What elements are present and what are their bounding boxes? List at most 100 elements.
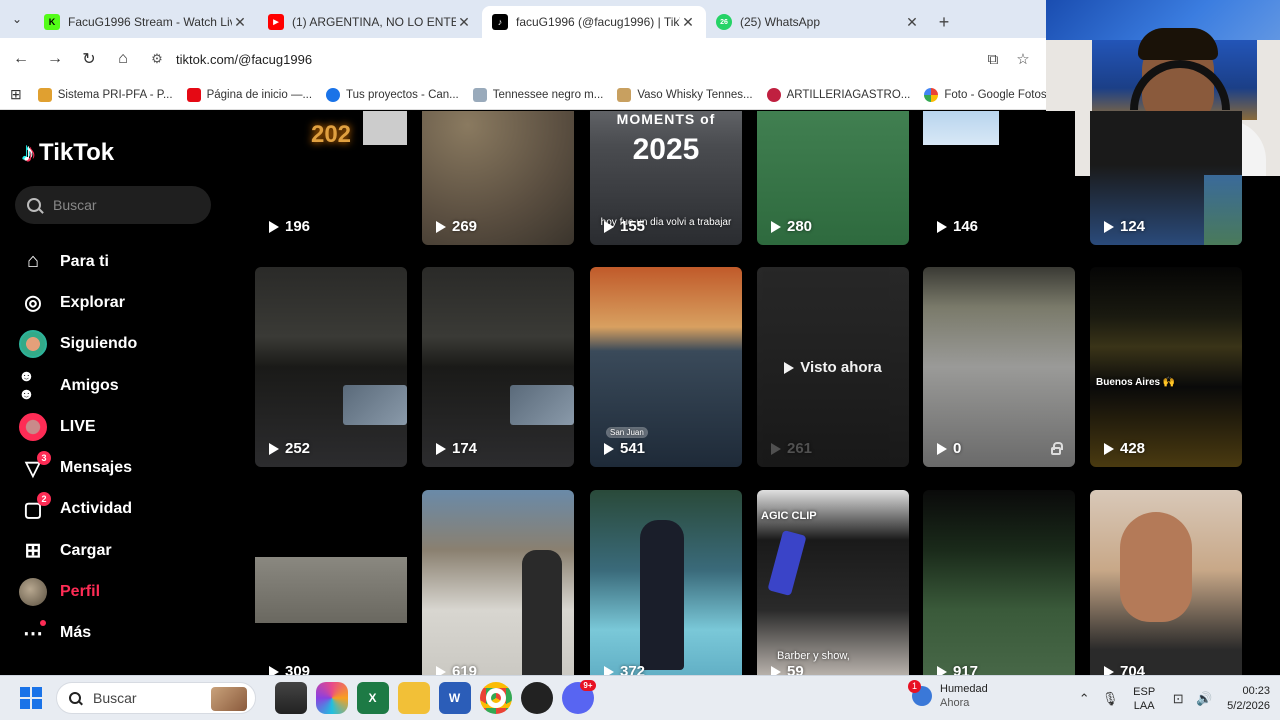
tiktok-nav: ⌂ Para ti ◎ Explorar Siguiendo ☻☻ Amigos…: [18, 241, 137, 654]
site-info-icon[interactable]: ⚙: [144, 51, 170, 67]
bookmark-item[interactable]: ARTILLERIAGASTRO...: [766, 87, 910, 102]
home-icon[interactable]: ⌂: [106, 42, 140, 76]
task-view-icon[interactable]: [274, 682, 307, 714]
clock-time: 00:23: [1242, 684, 1270, 697]
view-count-text: 917: [953, 663, 979, 675]
bookmark-item[interactable]: Sistema PRI-PFA - P...: [37, 87, 173, 102]
bookmark-item[interactable]: Página de inicio —...: [186, 87, 312, 102]
view-count-text: 124: [1120, 218, 1146, 235]
clock[interactable]: 00:23 5/2/2026: [1227, 684, 1270, 714]
view-count: 146: [937, 218, 978, 235]
video-card[interactable]: 917: [923, 490, 1075, 675]
tab-search-button[interactable]: ⌄: [0, 0, 34, 38]
video-card[interactable]: San Juan 541: [590, 267, 742, 467]
address-bar-row: ← → ↻ ⌂ ⚙ tiktok.com/@facug1996 ⧉ ☆: [0, 38, 1046, 80]
tab-youtube[interactable]: ▶ (1) ARGENTINA, NO LO ENTENDÍ ✕: [258, 6, 482, 38]
video-card[interactable]: 309: [255, 490, 407, 675]
taskbar-apps: X W 9+: [270, 680, 598, 714]
nav-amigos[interactable]: ☻☻ Amigos: [18, 365, 137, 406]
new-tab-button[interactable]: +: [930, 6, 958, 38]
tiktok-sidebar: ♪ TikTok Buscar ⌂ Para ti ◎ Explorar Sig…: [0, 111, 230, 675]
bookmark-star-icon[interactable]: ☆: [1008, 44, 1038, 74]
video-card[interactable]: 0: [923, 267, 1075, 467]
close-icon[interactable]: ✕: [456, 14, 472, 31]
play-icon: [937, 665, 947, 675]
tab-title: (25) WhatsApp: [740, 15, 821, 29]
microphone-icon[interactable]: 🎙: [1097, 691, 1123, 707]
video-thumbnail-inset: [255, 557, 407, 623]
bookmark-favicon: [37, 87, 52, 102]
view-count-text: 269: [452, 218, 478, 235]
video-card[interactable]: AGIC CLIP Barber y show, 59: [757, 490, 909, 675]
video-card[interactable]: 124: [1090, 111, 1242, 245]
bookmark-item[interactable]: Tennessee negro m...: [472, 87, 603, 102]
nav-perfil[interactable]: Perfil: [18, 571, 137, 612]
obs-icon[interactable]: [520, 682, 553, 714]
nav-siguiendo[interactable]: Siguiendo: [18, 324, 137, 365]
play-icon: [771, 665, 781, 675]
url-field[interactable]: ⚙ tiktok.com/@facug1996: [144, 43, 972, 75]
volume-icon[interactable]: 🔊: [1191, 691, 1217, 707]
nav-mas[interactable]: ⋯ Más: [18, 613, 137, 654]
play-icon: [604, 665, 614, 675]
video-card[interactable]: 269: [422, 111, 574, 245]
excel-icon[interactable]: X: [356, 682, 389, 714]
network-icon[interactable]: ⊡: [1165, 691, 1191, 707]
view-count: 261: [771, 440, 812, 457]
tab-kick[interactable]: K FacuG1996 Stream - Watch Live ✕: [34, 6, 258, 38]
windows-start-icon[interactable]: [20, 687, 42, 709]
bookmark-item[interactable]: Foto - Google Fotos: [924, 87, 1046, 102]
close-icon[interactable]: ✕: [232, 14, 248, 31]
tab-whatsapp[interactable]: 26 (25) WhatsApp ✕: [706, 6, 930, 38]
language-indicator[interactable]: ESP LAA: [1133, 685, 1155, 713]
person-silhouette: [522, 550, 562, 675]
video-card[interactable]: 174: [422, 267, 574, 467]
reload-icon[interactable]: ↻: [72, 42, 106, 76]
tab-tiktok[interactable]: ♪ facuG1996 (@facug1996) | TikTok ✕: [482, 6, 706, 38]
video-card[interactable]: Visto ahora 261: [757, 267, 909, 467]
close-icon[interactable]: ✕: [904, 14, 920, 31]
nav-live[interactable]: LIVE: [18, 406, 137, 447]
video-card[interactable]: MOMENTS of 2025 hoy fue un dia volvi a t…: [590, 111, 742, 245]
chrome-icon[interactable]: [479, 682, 512, 714]
discord-icon[interactable]: 9+: [561, 680, 596, 714]
video-card[interactable]: 704: [1090, 490, 1242, 675]
video-card[interactable]: 202 196: [255, 111, 407, 245]
taskbar-search-input[interactable]: Buscar: [56, 682, 256, 714]
video-card[interactable]: Buenos Aires 🙌 428: [1090, 267, 1242, 467]
video-overlay-text: MOMENTS of: [616, 111, 716, 127]
nav-explorar[interactable]: ◎ Explorar: [18, 282, 137, 323]
video-card[interactable]: 146: [923, 111, 1075, 245]
nav-label: Explorar: [60, 293, 125, 311]
video-card[interactable]: 372: [590, 490, 742, 675]
nav-para-ti[interactable]: ⌂ Para ti: [18, 241, 137, 282]
forward-arrow-icon[interactable]: →: [38, 42, 72, 76]
install-app-icon[interactable]: ⧉: [978, 44, 1008, 74]
apps-grid-icon[interactable]: ⊞: [10, 86, 22, 103]
video-card[interactable]: 252: [255, 267, 407, 467]
copilot-icon[interactable]: [315, 682, 348, 714]
nav-cargar[interactable]: ⊞ Cargar: [18, 530, 137, 571]
weather-widget[interactable]: 1 Humedad Ahora: [908, 679, 988, 709]
profile-avatar: [18, 577, 48, 607]
tab-title: facuG1996 (@facug1996) | TikTok: [516, 15, 680, 29]
nav-mensajes[interactable]: ▽ 3 Mensajes: [18, 447, 137, 488]
video-card[interactable]: 280: [757, 111, 909, 245]
back-arrow-icon[interactable]: ←: [4, 42, 38, 76]
chevron-up-icon[interactable]: ⌃: [1071, 691, 1097, 707]
bookmark-item[interactable]: Vaso Whisky Tennes...: [617, 87, 753, 102]
view-count-text: 309: [285, 663, 311, 675]
video-card[interactable]: 619: [422, 490, 574, 675]
view-count-text: 541: [620, 440, 646, 457]
word-icon[interactable]: W: [438, 682, 471, 714]
watched-text: Visto ahora: [800, 359, 882, 376]
search-placeholder: Buscar: [53, 197, 97, 213]
nav-actividad[interactable]: ▢ 2 Actividad: [18, 489, 137, 530]
tiktok-logo[interactable]: ♪ TikTok: [22, 137, 114, 168]
close-icon[interactable]: ✕: [680, 14, 696, 31]
tiktok-search-input[interactable]: Buscar: [15, 186, 211, 224]
search-highlight-image: [211, 687, 247, 711]
bookmark-item[interactable]: Tus proyectos - Can...: [326, 87, 459, 102]
file-explorer-icon[interactable]: [397, 682, 430, 714]
system-tray: ⌃ 🎙 ESP LAA ⊡ 🔊 00:23 5/2/2026: [1071, 676, 1270, 720]
